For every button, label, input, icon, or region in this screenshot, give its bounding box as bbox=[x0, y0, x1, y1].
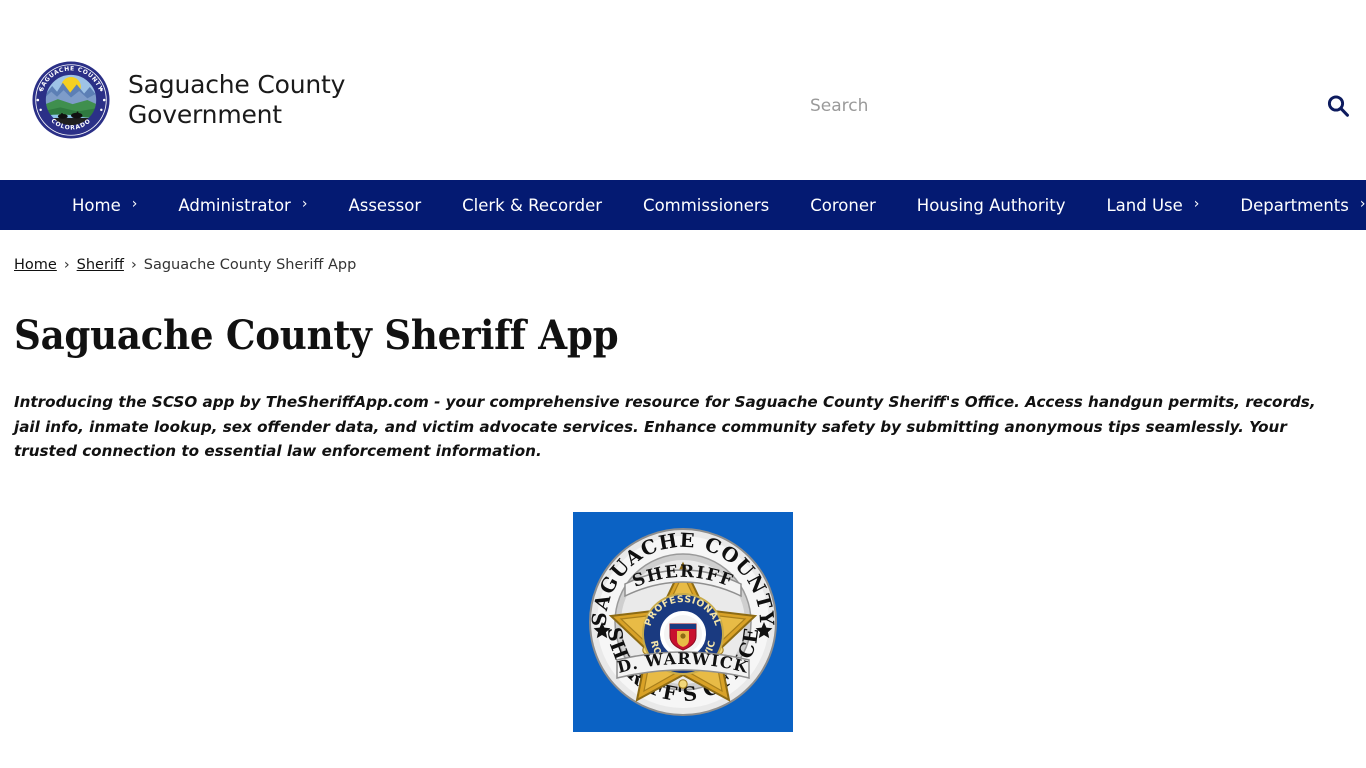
breadcrumb-item-home[interactable]: Home bbox=[14, 257, 57, 273]
nav-item-administrator[interactable]: Administrator › bbox=[178, 180, 307, 230]
site-title-line2: Government bbox=[128, 100, 282, 129]
nav-item-label: Home bbox=[72, 195, 121, 215]
nav-item-land-use[interactable]: Land Use › bbox=[1106, 180, 1199, 230]
search-button[interactable] bbox=[1322, 90, 1354, 122]
breadcrumb-separator: › bbox=[130, 257, 137, 273]
chevron-right-icon: › bbox=[1193, 196, 1200, 212]
nav-item-coroner[interactable]: Coroner bbox=[810, 180, 876, 230]
breadcrumb-item-sheriff[interactable]: Sheriff bbox=[77, 257, 124, 273]
intro-paragraph: Introducing the SCSO app by TheSheriffAp… bbox=[14, 393, 1316, 460]
nav-item-assessor[interactable]: Assessor bbox=[348, 180, 421, 230]
breadcrumb-separator: › bbox=[63, 257, 70, 273]
nav-item-departments[interactable]: Departments › bbox=[1240, 180, 1365, 230]
main-content: Saguache County Sheriff App Introducing … bbox=[0, 312, 1366, 732]
nav-item-home[interactable]: Home › bbox=[72, 180, 137, 230]
chevron-right-icon: › bbox=[131, 196, 138, 212]
saguache-county-seal-icon: SAGUACHE COUNTY COLORADO bbox=[30, 59, 112, 141]
brand[interactable]: SAGUACHE COUNTY COLORADO Saguache County… bbox=[30, 59, 345, 141]
search-icon bbox=[1325, 93, 1351, 119]
nav-item-label: Housing Authority bbox=[916, 195, 1066, 215]
nav-item-label: Administrator bbox=[178, 195, 291, 215]
nav-item-housing-authority[interactable]: Housing Authority bbox=[917, 180, 1066, 230]
site-title: Saguache County Government bbox=[128, 70, 345, 130]
nav-item-label: Clerk & Recorder bbox=[462, 195, 603, 215]
search-area bbox=[810, 88, 1349, 124]
nav-item-label: Commissioners bbox=[643, 195, 770, 215]
nav-item-label: Assessor bbox=[348, 195, 422, 215]
breadcrumb: Home › Sheriff › Saguache County Sheriff… bbox=[0, 230, 1366, 274]
nav-item-clerk-recorder[interactable]: Clerk & Recorder bbox=[462, 180, 602, 230]
nav-item-label: Land Use bbox=[1106, 195, 1183, 215]
nav-item-label: Departments bbox=[1240, 195, 1349, 215]
breadcrumb-item-current: Saguache County Sheriff App bbox=[143, 257, 357, 273]
saguache-county-sheriff-badge-icon: SAGUACHE COUNTY SHERIFF'S OFFICE bbox=[573, 511, 793, 732]
site-title-line1: Saguache County bbox=[128, 70, 346, 99]
main-navigation: Home › Administrator › Assessor Clerk & … bbox=[0, 180, 1366, 230]
nav-item-label: Coroner bbox=[810, 195, 876, 215]
chevron-right-icon: › bbox=[301, 196, 308, 212]
site-header: SAGUACHE COUNTY COLORADO Saguache County… bbox=[0, 0, 1366, 180]
page-title: Saguache County Sheriff App bbox=[14, 312, 619, 359]
badge-figure: SAGUACHE COUNTY SHERIFF'S OFFICE bbox=[14, 511, 1352, 732]
nav-item-commissioners[interactable]: Commissioners bbox=[643, 180, 769, 230]
chevron-right-icon: › bbox=[1359, 196, 1366, 212]
search-input[interactable] bbox=[810, 89, 1280, 123]
